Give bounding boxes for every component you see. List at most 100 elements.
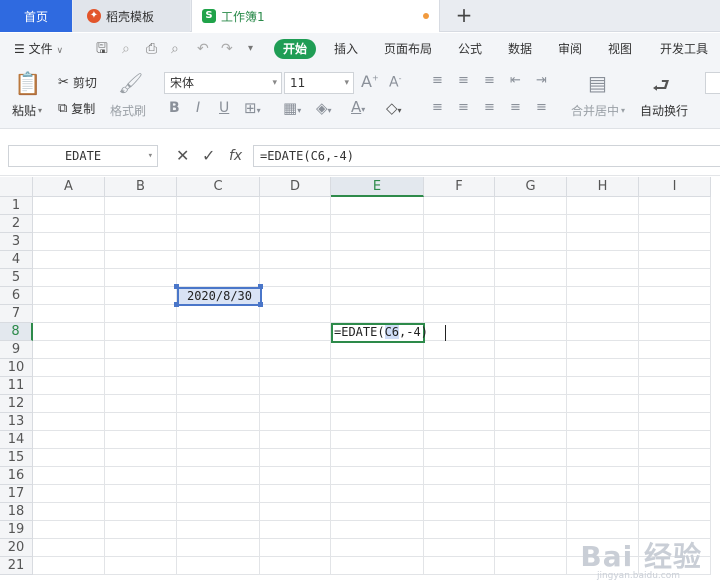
column-header-c[interactable]: C <box>177 177 260 197</box>
grid-cell[interactable] <box>260 557 331 575</box>
name-box[interactable]: EDATE ▾ <box>8 145 158 167</box>
grid-cell[interactable] <box>177 395 260 413</box>
grid-cell[interactable] <box>495 557 567 575</box>
font-name-select[interactable]: 宋体 ▾ <box>164 72 282 94</box>
grid-cell[interactable] <box>331 485 424 503</box>
row-header-5[interactable]: 5 <box>0 269 33 287</box>
wrap-text-button[interactable]: 自动换行 <box>640 102 688 119</box>
row-header-17[interactable]: 17 <box>0 485 33 503</box>
undo-icon[interactable]: ↶ <box>197 39 209 59</box>
insert-function-icon[interactable]: fx <box>229 145 242 167</box>
grid-cell[interactable] <box>105 341 177 359</box>
align-top-icon[interactable]: ≡ <box>432 73 443 88</box>
grid-cell[interactable] <box>260 359 331 377</box>
column-header-a[interactable]: A <box>33 177 105 197</box>
grid-cell[interactable] <box>33 557 105 575</box>
row-header-20[interactable]: 20 <box>0 539 33 557</box>
grid-cell[interactable] <box>105 395 177 413</box>
grid-cell[interactable] <box>495 449 567 467</box>
grid-cell[interactable] <box>177 377 260 395</box>
grid-cell[interactable] <box>105 449 177 467</box>
grid-cell[interactable] <box>567 233 639 251</box>
grid-cell[interactable] <box>33 305 105 323</box>
grid-cell[interactable] <box>177 485 260 503</box>
grid-cell[interactable] <box>567 197 639 215</box>
grid-cell[interactable] <box>331 395 424 413</box>
row-header-19[interactable]: 19 <box>0 521 33 539</box>
tab-review[interactable]: 审阅 <box>558 39 582 59</box>
grid-cell[interactable] <box>177 305 260 323</box>
grid-cell[interactable] <box>424 395 495 413</box>
confirm-check-icon[interactable]: ✓ <box>202 145 215 167</box>
grid-cell[interactable] <box>260 287 331 305</box>
grid-cell[interactable] <box>33 269 105 287</box>
grid-cell[interactable] <box>424 413 495 431</box>
tab-view[interactable]: 视图 <box>608 39 632 59</box>
row-header-21[interactable]: 21 <box>0 557 33 575</box>
grid-cell[interactable] <box>495 467 567 485</box>
grid-cell[interactable] <box>567 323 639 341</box>
ref-handle-icon[interactable] <box>174 302 179 307</box>
grid-cell[interactable] <box>331 233 424 251</box>
grid-cell[interactable] <box>495 251 567 269</box>
grid-cell[interactable] <box>260 485 331 503</box>
grid-cell[interactable] <box>495 395 567 413</box>
grid-cell[interactable] <box>567 485 639 503</box>
grid-cell[interactable] <box>639 377 711 395</box>
grid-cell[interactable] <box>105 467 177 485</box>
grid-cell[interactable] <box>177 521 260 539</box>
grid-cell[interactable] <box>331 431 424 449</box>
grid-cell[interactable] <box>33 503 105 521</box>
indent-decrease-icon[interactable]: ⇤ <box>510 73 521 88</box>
grid-cell[interactable] <box>424 359 495 377</box>
distributed-icon[interactable]: ≡ <box>536 100 547 115</box>
bold-button[interactable]: B <box>169 100 180 116</box>
column-header-g[interactable]: G <box>495 177 567 197</box>
grid-cell[interactable] <box>639 449 711 467</box>
grid-cell[interactable] <box>424 215 495 233</box>
grid-cell[interactable] <box>424 305 495 323</box>
grid-cell[interactable] <box>567 395 639 413</box>
grid-cell[interactable] <box>567 467 639 485</box>
align-middle-icon[interactable]: ≡ <box>458 73 469 88</box>
grid-cell[interactable] <box>639 251 711 269</box>
grid-cell[interactable] <box>260 269 331 287</box>
grid-cell[interactable] <box>33 359 105 377</box>
grid-cell[interactable] <box>177 215 260 233</box>
grid-cell[interactable] <box>495 431 567 449</box>
grid-cell[interactable] <box>424 539 495 557</box>
select-all-corner[interactable] <box>0 177 33 197</box>
grid-cell[interactable] <box>567 287 639 305</box>
grid-cell[interactable] <box>33 395 105 413</box>
row-header-18[interactable]: 18 <box>0 503 33 521</box>
grid-cell[interactable] <box>495 503 567 521</box>
grid-cell[interactable] <box>260 215 331 233</box>
grid-cell[interactable] <box>177 269 260 287</box>
row-header-4[interactable]: 4 <box>0 251 33 269</box>
save-icon[interactable]: 🖫 <box>96 39 108 59</box>
grid-cell[interactable] <box>177 503 260 521</box>
row-header-1[interactable]: 1 <box>0 197 33 215</box>
grid-cell[interactable] <box>260 503 331 521</box>
grid-cell[interactable] <box>105 485 177 503</box>
grid-cell[interactable] <box>260 341 331 359</box>
row-header-16[interactable]: 16 <box>0 467 33 485</box>
grid-cell[interactable] <box>639 359 711 377</box>
grid-cell[interactable] <box>424 431 495 449</box>
grid-cell[interactable] <box>33 287 105 305</box>
grid-cell[interactable] <box>105 539 177 557</box>
grid-cell[interactable] <box>177 431 260 449</box>
tab-workbook[interactable]: S 工作簿1 <box>191 0 440 32</box>
grid-cell[interactable] <box>177 323 260 341</box>
number-format-select-partial[interactable] <box>705 72 720 94</box>
grid-cell[interactable] <box>331 215 424 233</box>
row-header-10[interactable]: 10 <box>0 359 33 377</box>
grid-cell[interactable] <box>639 215 711 233</box>
underline-button[interactable]: U <box>219 100 229 116</box>
grid-cell[interactable] <box>424 467 495 485</box>
format-painter-small-icon[interactable]: ⌕ <box>122 39 130 59</box>
grid-cell[interactable] <box>331 251 424 269</box>
tab-data[interactable]: 数据 <box>508 39 532 59</box>
spreadsheet-grid[interactable]: ABCDEFGHI 1 2 3 4 5 6 7 8 9 10 11 12 13 14 15 16 17 18 19 2… <box>0 177 720 581</box>
ref-handle-icon[interactable] <box>258 302 263 307</box>
